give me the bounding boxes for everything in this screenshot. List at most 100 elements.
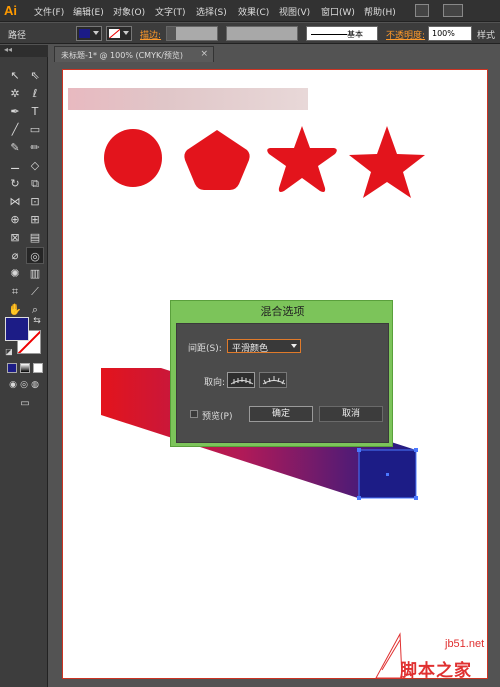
menu-object[interactable]: 对象(O) xyxy=(113,5,145,18)
stroke-color-dropdown[interactable] xyxy=(106,26,132,41)
screen-mode-icon[interactable]: ▭ xyxy=(16,395,34,412)
free-transform-tool-icon[interactable]: ⊡ xyxy=(26,193,44,210)
slice-tool-icon[interactable]: ⟋ xyxy=(26,283,44,300)
spacing-value: 平滑颜色 xyxy=(232,344,269,354)
orientation-label: 取向: xyxy=(204,378,226,388)
stroke-weight-field[interactable] xyxy=(166,26,218,41)
arrange-documents-icon[interactable] xyxy=(443,4,463,17)
scale-tool-icon[interactable]: ⧉ xyxy=(26,175,44,192)
default-colors-icon[interactable]: ◪ xyxy=(0,343,18,360)
blob-brush-tool-icon[interactable]: ⚊ xyxy=(6,157,24,174)
paintbrush-tool-icon[interactable]: ✎ xyxy=(6,139,24,156)
red-rounded-star[interactable] xyxy=(267,126,337,192)
direct-selection-tool-icon[interactable]: ⇖ xyxy=(26,67,44,84)
artboard[interactable]: 混合选项 间距(S): 平滑颜色 取向: 预览(P) 确定 取消 xyxy=(62,69,488,679)
opacity-label[interactable]: 不透明度: xyxy=(386,28,425,41)
menu-type[interactable]: 文字(T) xyxy=(155,5,186,18)
opacity-field[interactable]: 100% xyxy=(428,26,472,41)
eyedropper-tool-icon[interactable]: ⌀ xyxy=(6,247,24,264)
ok-button[interactable]: 确定 xyxy=(249,406,313,422)
bridge-icon[interactable] xyxy=(415,4,429,17)
type-tool-icon[interactable]: T xyxy=(26,103,44,120)
menu-select[interactable]: 选择(S) xyxy=(196,5,227,18)
cancel-button[interactable]: 取消 xyxy=(319,406,383,422)
color-mode-icon[interactable] xyxy=(7,363,17,373)
align-to-page-icon xyxy=(230,377,254,385)
brush-line-preview xyxy=(311,34,347,35)
dialog-body: 间距(S): 平滑颜色 取向: 预览(P) 确定 取消 xyxy=(176,323,389,443)
collapse-icon[interactable]: ◂◂ xyxy=(4,45,12,54)
blend-options-dialog: 混合选项 间距(S): 平滑颜色 取向: 预览(P) 确定 取消 xyxy=(170,300,393,447)
blend-tool-icon[interactable]: ◎ xyxy=(26,247,44,264)
brush-definition-dropdown[interactable]: 基本 xyxy=(306,26,378,41)
document-area: 未标题-1* @ 100% (CMYK/预览) × 混合选项 间距(S): 平滑… xyxy=(49,45,500,687)
anchor-handle[interactable] xyxy=(357,448,361,452)
swap-colors-icon[interactable]: ⇆ xyxy=(28,313,46,330)
width-tool-icon[interactable]: ⋈ xyxy=(6,193,24,210)
chevron-down-icon xyxy=(123,31,129,35)
preview-label: 预览(P) xyxy=(202,412,233,422)
fill-color-dropdown[interactable] xyxy=(76,26,102,41)
mesh-tool-icon[interactable]: ⊠ xyxy=(6,229,24,246)
gradient-tool-icon[interactable]: ▤ xyxy=(26,229,44,246)
column-graph-tool-icon[interactable]: ▥ xyxy=(26,265,44,282)
close-icon[interactable]: × xyxy=(200,49,208,59)
anchor-handle[interactable] xyxy=(357,496,361,500)
brush-name: 基本 xyxy=(347,30,363,39)
tools-panel: ◂◂ ↖ ⇖ ✲ ℓ ✒ T ╱ ▭ ✎ ✏ ⚊ ◇ ↻ ⧉ ⋈ ⊡ ⊕ ⊞ ⊠… xyxy=(0,45,48,687)
selection-type-label: 路径 xyxy=(8,31,27,41)
preview-checkbox[interactable] xyxy=(190,410,198,418)
watermark-site: jb51.net xyxy=(445,638,485,650)
center-point xyxy=(386,473,389,476)
artboard-tool-icon[interactable]: ⌗ xyxy=(6,283,24,300)
app-logo: Ai xyxy=(4,3,17,18)
gradient-mode-icon[interactable] xyxy=(20,363,30,373)
chevron-down-icon xyxy=(291,344,297,348)
document-tab-title: 未标题-1* @ 100% (CMYK/预览) xyxy=(61,51,184,60)
menu-file[interactable]: 文件(F) xyxy=(34,5,64,18)
menu-bar: Ai 文件(F) 编辑(E) 对象(O) 文字(T) 选择(S) 效果(C) 视… xyxy=(0,0,500,22)
anchor-handle[interactable] xyxy=(414,448,418,452)
variable-width-profile-dropdown[interactable] xyxy=(226,26,298,41)
symbol-sprayer-tool-icon[interactable]: ✺ xyxy=(6,265,24,282)
pen-tool-icon[interactable]: ✒ xyxy=(6,103,24,120)
draw-inside-icon[interactable]: ◍ xyxy=(26,377,44,394)
perspective-grid-tool-icon[interactable]: ⊞ xyxy=(26,211,44,228)
lasso-tool-icon[interactable]: ℓ xyxy=(26,85,44,102)
spacing-label: 间距(S): xyxy=(188,344,222,354)
control-bar: 路径 描边: 基本 不透明度: 100% 样式 xyxy=(0,23,500,44)
red-star[interactable] xyxy=(349,126,425,198)
no-stroke-swatch xyxy=(109,29,120,38)
fill-color-box[interactable] xyxy=(5,317,29,341)
watermark-name: 脚本之家 xyxy=(400,661,472,681)
menu-help[interactable]: 帮助(H) xyxy=(364,5,396,18)
tools-panel-header[interactable]: ◂◂ xyxy=(0,45,48,57)
rotate-tool-icon[interactable]: ↻ xyxy=(6,175,24,192)
eraser-tool-icon[interactable]: ◇ xyxy=(26,157,44,174)
selection-tool-icon[interactable]: ↖ xyxy=(6,67,24,84)
spacing-dropdown[interactable]: 平滑颜色 xyxy=(227,339,301,354)
spinner-icon[interactable] xyxy=(167,27,176,40)
fill-swatch xyxy=(79,29,90,38)
shape-builder-tool-icon[interactable]: ⊕ xyxy=(6,211,24,228)
align-to-path-button[interactable] xyxy=(259,372,287,388)
align-to-page-button[interactable] xyxy=(227,372,255,388)
magic-wand-tool-icon[interactable]: ✲ xyxy=(6,85,24,102)
dialog-title[interactable]: 混合选项 xyxy=(171,301,394,323)
document-tab[interactable]: 未标题-1* @ 100% (CMYK/预览) × xyxy=(54,46,214,62)
pencil-tool-icon[interactable]: ✏ xyxy=(26,139,44,156)
none-mode-icon[interactable] xyxy=(33,363,43,373)
anchor-handle[interactable] xyxy=(414,496,418,500)
menu-view[interactable]: 视图(V) xyxy=(279,5,310,18)
stroke-label[interactable]: 描边: xyxy=(140,28,161,41)
menu-edit[interactable]: 编辑(E) xyxy=(73,5,104,18)
chevron-down-icon xyxy=(93,31,99,35)
menu-window[interactable]: 窗口(W) xyxy=(321,5,355,18)
rectangle-tool-icon[interactable]: ▭ xyxy=(26,121,44,138)
menu-effect[interactable]: 效果(C) xyxy=(238,5,269,18)
red-circle[interactable] xyxy=(104,129,162,187)
red-pentagon[interactable] xyxy=(184,130,250,190)
line-tool-icon[interactable]: ╱ xyxy=(6,121,24,138)
hand-tool-icon[interactable]: ✋ xyxy=(6,301,24,318)
style-label[interactable]: 样式 xyxy=(477,28,495,41)
